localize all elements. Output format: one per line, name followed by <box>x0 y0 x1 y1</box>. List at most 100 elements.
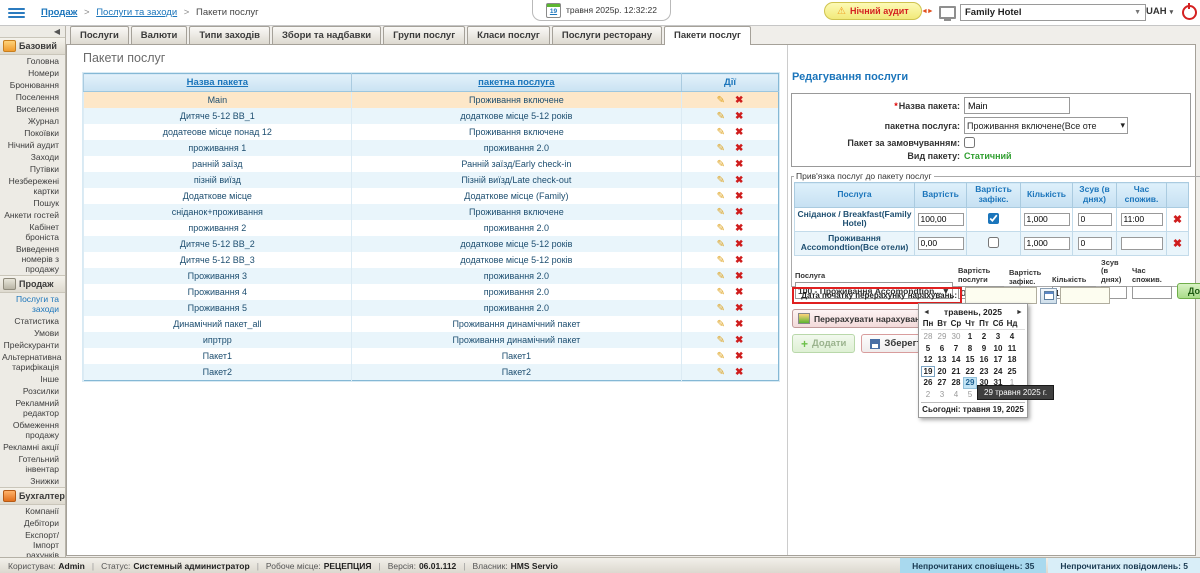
sidebar-item[interactable]: Дебітори <box>0 517 65 529</box>
delete-icon[interactable]: ✖ <box>1173 238 1182 250</box>
sidebar-item[interactable]: Бронювання <box>0 79 65 91</box>
sidebar-item[interactable]: Пошук <box>0 197 65 209</box>
edit-icon[interactable]: ✎ <box>717 175 725 186</box>
delete-icon[interactable]: ✖ <box>735 143 743 154</box>
calendar-day[interactable]: 3 <box>935 389 949 401</box>
calendar-day[interactable]: 7 <box>949 343 963 355</box>
delete-icon[interactable]: ✖ <box>735 191 743 202</box>
sidebar-item[interactable]: Умови <box>0 327 65 339</box>
table-row[interactable]: Додаткове місцеДодаткове місце (Family)✎… <box>84 188 779 204</box>
sidebar-item[interactable]: Незбережені картки <box>0 175 65 197</box>
calendar-day[interactable]: 5 <box>963 389 977 401</box>
fixed-price-checkbox[interactable] <box>988 213 999 224</box>
consume-time-input[interactable] <box>1121 237 1163 250</box>
column-header[interactable]: Назва пакета <box>84 74 352 92</box>
tab[interactable]: Типи заходів <box>189 26 270 44</box>
sidebar-item[interactable]: Знижки <box>0 475 65 487</box>
splitter-arrows-icon[interactable]: ◄► <box>921 8 933 15</box>
calendar-day[interactable]: 10 <box>991 343 1005 355</box>
table-row[interactable]: MainПроживання включене✎✖ <box>84 92 779 109</box>
edit-icon[interactable]: ✎ <box>717 143 725 154</box>
price-input[interactable] <box>918 213 964 226</box>
calendar-day[interactable]: 19 <box>921 366 935 378</box>
quantity-input[interactable] <box>1024 237 1070 250</box>
column-header[interactable]: пакетна послуга <box>351 74 681 92</box>
sidebar-item[interactable]: Обмеження продажу <box>0 419 65 441</box>
sidebar-item[interactable]: Нічний аудит <box>0 139 65 151</box>
tab[interactable]: Валюти <box>131 26 188 44</box>
fixed-price-checkbox[interactable] <box>988 237 999 248</box>
calendar-day[interactable]: 13 <box>935 354 949 366</box>
tab[interactable]: Послуги ресторану <box>552 26 662 44</box>
table-row[interactable]: пізній виїздПізній виїзд/Late check-out✎… <box>84 172 779 188</box>
calendar-day[interactable]: 6 <box>935 343 949 355</box>
recalc-date-input[interactable] <box>965 287 1037 304</box>
edit-icon[interactable]: ✎ <box>717 207 725 218</box>
package-service-select[interactable]: Проживання включене(Все оте ▾ <box>964 117 1128 134</box>
calendar-day[interactable]: 27 <box>935 377 949 389</box>
delete-icon[interactable]: ✖ <box>735 159 743 170</box>
night-audit-button[interactable]: ⚠ Нічний аудит <box>824 2 922 20</box>
datetime-chip[interactable]: 19 травня 2025р. 12:32:22 <box>532 0 671 21</box>
sidebar-item[interactable]: Статистика <box>0 315 65 327</box>
calendar-day[interactable]: 20 <box>935 366 949 378</box>
calendar-day[interactable]: 4 <box>949 389 963 401</box>
calendar-button[interactable] <box>1040 288 1057 304</box>
monitor-icon[interactable] <box>939 6 956 19</box>
power-icon[interactable] <box>1182 5 1197 20</box>
table-row[interactable]: Пакет2Пакет2✎✖ <box>84 364 779 381</box>
calendar-day[interactable]: 2 <box>921 389 935 401</box>
sidebar-item[interactable]: Номери <box>0 67 65 79</box>
edit-icon[interactable]: ✎ <box>717 351 725 362</box>
consume-time-input[interactable] <box>1121 213 1163 226</box>
calendar-day[interactable]: 22 <box>963 366 977 378</box>
edit-icon[interactable]: ✎ <box>717 191 725 202</box>
recalc-extra-input[interactable] <box>1060 287 1110 304</box>
table-row[interactable]: Проживання 4проживання 2.0✎✖ <box>84 284 779 300</box>
sidebar-item[interactable]: Розсилки <box>0 385 65 397</box>
table-row[interactable]: проживання 1проживання 2.0✎✖ <box>84 140 779 156</box>
hotel-select[interactable]: Family Hotel ▼ <box>960 4 1146 21</box>
tab[interactable]: Збори та надбавки <box>272 26 381 44</box>
tab[interactable]: Групи послуг <box>383 26 465 44</box>
table-row[interactable]: Проживання 5проживання 2.0✎✖ <box>84 300 779 316</box>
delete-icon[interactable]: ✖ <box>735 303 743 314</box>
delete-icon[interactable]: ✖ <box>735 287 743 298</box>
edit-icon[interactable]: ✎ <box>717 239 725 250</box>
calendar-day[interactable]: 9 <box>977 343 991 355</box>
delete-icon[interactable]: ✖ <box>735 127 743 138</box>
calendar-day[interactable]: 29 <box>935 331 949 343</box>
calendar-day[interactable]: 4 <box>1005 331 1019 343</box>
sidebar-item[interactable]: Рекламні акції <box>0 441 65 453</box>
delete-icon[interactable]: ✖ <box>735 95 743 106</box>
quantity-input[interactable] <box>1024 213 1070 226</box>
edit-icon[interactable]: ✎ <box>717 287 725 298</box>
sidebar-item[interactable]: Путівки <box>0 163 65 175</box>
calendar-day[interactable]: 25 <box>1005 366 1019 378</box>
calendar-day[interactable]: 18 <box>1005 354 1019 366</box>
price-input[interactable] <box>918 237 964 250</box>
calendar-day[interactable]: 16 <box>977 354 991 366</box>
calendar-day[interactable]: 23 <box>977 366 991 378</box>
delete-icon[interactable]: ✖ <box>735 111 743 122</box>
notifications-badge[interactable]: Непрочитаних сповіщень: 35 <box>900 558 1046 573</box>
edit-icon[interactable]: ✎ <box>717 95 725 106</box>
calendar-day[interactable]: 28 <box>921 331 935 343</box>
delete-icon[interactable]: ✖ <box>1173 214 1182 226</box>
delete-icon[interactable]: ✖ <box>735 271 743 282</box>
calendar-day[interactable]: 2 <box>977 331 991 343</box>
delete-icon[interactable]: ✖ <box>735 239 743 250</box>
delete-icon[interactable]: ✖ <box>735 255 743 266</box>
calendar-day[interactable]: 17 <box>991 354 1005 366</box>
sidebar-collapse-icon[interactable]: ◀ <box>0 25 65 37</box>
edit-icon[interactable]: ✎ <box>717 367 725 378</box>
calendar-day[interactable]: 28 <box>949 377 963 389</box>
sidebar-item[interactable]: Поселення <box>0 91 65 103</box>
edit-icon[interactable]: ✎ <box>717 319 725 330</box>
sidebar-section-header[interactable]: Базовий <box>0 37 65 55</box>
binding-add-button[interactable]: Додати <box>1177 283 1200 299</box>
sidebar-item[interactable]: Виведення номерів з продажу <box>0 243 65 275</box>
edit-icon[interactable]: ✎ <box>717 159 725 170</box>
sidebar-item[interactable]: Кабінет броніста <box>0 221 65 243</box>
table-row[interactable]: сніданок+проживанняПроживання включене✎✖ <box>84 204 779 220</box>
